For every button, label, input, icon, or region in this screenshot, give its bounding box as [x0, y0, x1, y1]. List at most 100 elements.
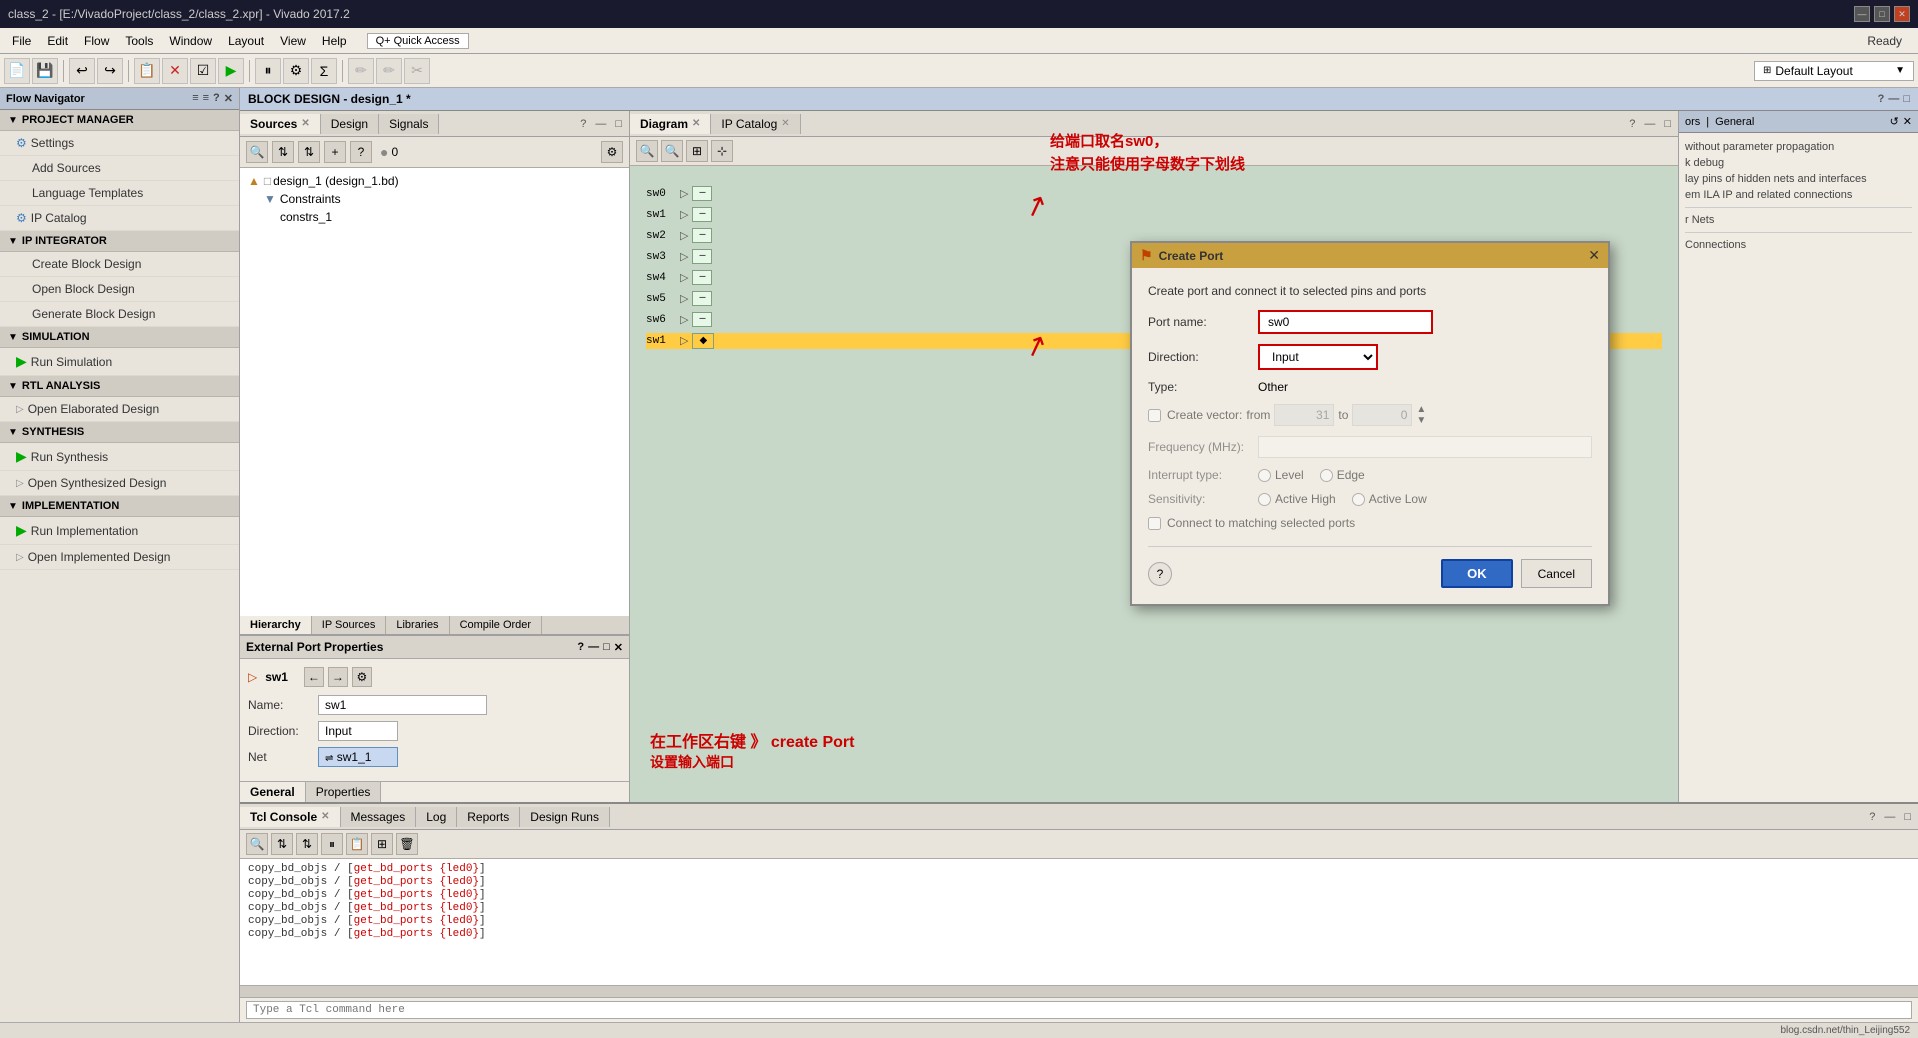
menu-edit[interactable]: Edit	[39, 32, 76, 50]
con-pause-button[interactable]: ⏸	[321, 833, 343, 855]
dialog-cancel-button[interactable]: Cancel	[1521, 559, 1592, 588]
section-synthesis[interactable]: ▼ SYNTHESIS	[0, 422, 239, 443]
sources-gear-icon[interactable]: ⚙	[601, 141, 623, 163]
freq-field[interactable]	[1258, 436, 1592, 458]
epp-max-icon[interactable]: □	[603, 641, 610, 654]
tab-log[interactable]: Log	[416, 807, 457, 827]
redo-button[interactable]: ↪	[97, 58, 123, 84]
tool3-button[interactable]: ✂	[404, 58, 430, 84]
window-controls[interactable]: — □ ✕	[1854, 6, 1910, 22]
create-vector-checkbox[interactable]	[1148, 409, 1161, 422]
tree-constraints[interactable]: ▼ Constraints	[260, 190, 625, 208]
dialog-close-button[interactable]: ✕	[1588, 247, 1600, 264]
level-radio[interactable]	[1258, 469, 1271, 482]
search-button[interactable]: 🔍	[246, 141, 268, 163]
menu-flow[interactable]: Flow	[76, 32, 117, 50]
nav-open-block-design[interactable]: Open Block Design	[0, 277, 239, 302]
port-gear-button[interactable]: ⚙	[352, 667, 372, 687]
rp-item-0[interactable]: without parameter propagation	[1685, 139, 1912, 155]
maximize-button[interactable]: □	[1874, 6, 1890, 22]
epp-close-icon[interactable]: ✕	[614, 641, 623, 654]
tab-reports[interactable]: Reports	[457, 807, 520, 827]
tab-design-runs[interactable]: Design Runs	[520, 807, 610, 827]
console-min-icon[interactable]: —	[1881, 810, 1898, 824]
section-simulation[interactable]: ▼ SIMULATION	[0, 327, 239, 348]
nav-run-synthesis[interactable]: ▶ Run Synthesis	[0, 443, 239, 471]
to-value-field[interactable]	[1352, 404, 1412, 426]
rp-close-icon[interactable]: ✕	[1903, 115, 1912, 128]
nav-open-synthesized[interactable]: ▷ Open Synthesized Design	[0, 471, 239, 496]
tab-tcl-console[interactable]: Tcl Console ✕	[240, 807, 341, 827]
pencil1-button[interactable]: ✏	[348, 58, 374, 84]
menu-tools[interactable]: Tools	[117, 32, 161, 50]
sort-button[interactable]: ⇅	[272, 141, 294, 163]
info-button[interactable]: ?	[350, 141, 372, 163]
nav-run-implementation[interactable]: ▶ Run Implementation	[0, 517, 239, 545]
subtab-hierarchy[interactable]: Hierarchy	[240, 616, 312, 634]
nav-generate-block-design[interactable]: Generate Block Design	[0, 302, 239, 327]
con-table-button[interactable]: ⊞	[371, 833, 393, 855]
dialog-help-button[interactable]: ?	[1148, 562, 1172, 586]
nav-add-sources[interactable]: Add Sources	[0, 156, 239, 181]
nav-settings[interactable]: ⚙ Settings	[0, 131, 239, 156]
nav-create-block-design[interactable]: Create Block Design	[0, 252, 239, 277]
nav-open-elaborated[interactable]: ▷ Open Elaborated Design	[0, 397, 239, 422]
rp-item-2[interactable]: lay pins of hidden nets and interfaces	[1685, 171, 1912, 187]
rp-item-7[interactable]: Connections	[1685, 237, 1912, 253]
pause-button[interactable]: ⏸	[255, 58, 281, 84]
bd-restore-icon[interactable]: □	[1903, 93, 1910, 105]
rp-item-3[interactable]: em ILA IP and related connections	[1685, 187, 1912, 203]
console-max-icon[interactable]: □	[1901, 810, 1914, 824]
save-button[interactable]: 💾	[32, 58, 58, 84]
nav-sort-icon[interactable]: ≡	[192, 92, 198, 105]
con-search-button[interactable]: 🔍	[246, 833, 268, 855]
menu-file[interactable]: File	[4, 32, 39, 50]
bd-help-icon[interactable]: ?	[1878, 93, 1885, 105]
check-button[interactable]: ☑	[190, 58, 216, 84]
subtab-compile-order[interactable]: Compile Order	[450, 616, 543, 634]
new-button[interactable]: 📄	[4, 58, 30, 84]
tree-constrs1[interactable]: constrs_1	[276, 208, 625, 226]
edge-radio[interactable]	[1320, 469, 1333, 482]
menu-view[interactable]: View	[272, 32, 314, 50]
ept-general[interactable]: General	[240, 782, 306, 802]
nav-collapse-icon[interactable]: ≡	[203, 92, 209, 105]
direction-select[interactable]: Input Output Inout	[1258, 344, 1378, 370]
from-value-field[interactable]	[1274, 404, 1334, 426]
console-help-icon[interactable]: ?	[1866, 810, 1878, 824]
sources-help-icon[interactable]: ?	[577, 117, 589, 131]
ept-properties[interactable]: Properties	[306, 782, 382, 802]
tcl-input[interactable]	[246, 1001, 1912, 1019]
port-name-field[interactable]	[1258, 310, 1433, 334]
port-next-button[interactable]: →	[328, 667, 348, 687]
dialog-ok-button[interactable]: OK	[1441, 559, 1513, 588]
layout-dropdown[interactable]: ⊞ Default Layout ▼	[1754, 61, 1914, 81]
con-delete-button[interactable]: 🗑	[396, 833, 418, 855]
subtab-ip-sources[interactable]: IP Sources	[312, 616, 387, 634]
minimize-button[interactable]: —	[1854, 6, 1870, 22]
sources-max-icon[interactable]: □	[612, 117, 625, 131]
nav-language-templates[interactable]: Language Templates	[0, 181, 239, 206]
section-implementation[interactable]: ▼ IMPLEMENTATION	[0, 496, 239, 517]
sources-close-icon[interactable]: ✕	[301, 118, 309, 129]
pencil2-button[interactable]: ✏	[376, 58, 402, 84]
tab-design[interactable]: Design	[321, 114, 379, 134]
connect-checkbox[interactable]	[1148, 517, 1161, 530]
nav-run-simulation[interactable]: ▶ Run Simulation	[0, 348, 239, 376]
section-project-manager[interactable]: ▼ PROJECT MANAGER	[0, 110, 239, 131]
copy-button[interactable]: 📋	[134, 58, 160, 84]
tab-messages[interactable]: Messages	[341, 807, 417, 827]
menu-layout[interactable]: Layout	[220, 32, 272, 50]
console-h-scrollbar[interactable]	[240, 985, 1918, 997]
rp-item-5[interactable]: r Nets	[1685, 212, 1912, 228]
run-button[interactable]: ▶	[218, 58, 244, 84]
nav-ip-catalog[interactable]: ⚙ IP Catalog	[0, 206, 239, 231]
port-prev-button[interactable]: ←	[304, 667, 324, 687]
quick-access[interactable]: Q+ Quick Access	[367, 33, 469, 49]
port-name-input[interactable]	[318, 695, 487, 715]
tree-design1[interactable]: ▲ □ design_1 (design_1.bd)	[244, 172, 625, 190]
expand-button[interactable]: ⇅	[298, 141, 320, 163]
tcl-close-icon[interactable]: ✕	[321, 811, 329, 822]
section-rtl-analysis[interactable]: ▼ RTL ANALYSIS	[0, 376, 239, 397]
bd-minimize-icon[interactable]: —	[1888, 93, 1899, 105]
